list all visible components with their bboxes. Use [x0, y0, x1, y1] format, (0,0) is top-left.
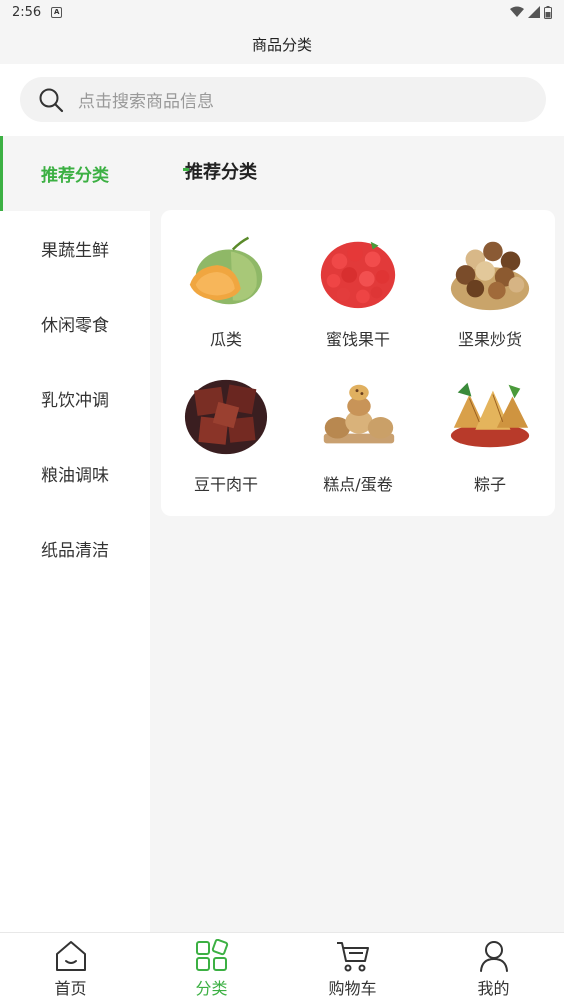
category-item-melon[interactable]: 瓜类 [161, 210, 291, 350]
section-title-accent [183, 168, 189, 171]
page-title: 商品分类 [251, 35, 312, 54]
category-label: 坚果炒货 [457, 330, 522, 349]
sidebar-item-label: 纸品清洁 [41, 541, 109, 561]
cart-icon [336, 942, 369, 972]
sidebar-item-paper-cleaning[interactable]: 纸品清洁 [0, 511, 150, 586]
tab-category[interactable]: 分类 [141, 933, 282, 1004]
tab-profile[interactable]: 我的 [423, 933, 564, 1004]
wifi-icon [510, 6, 524, 17]
pastry-icon [323, 384, 395, 444]
category-item-pastry[interactable]: 糕点/蛋卷 [293, 355, 423, 495]
search-icon [39, 88, 64, 112]
tab-cart[interactable]: 购物车 [282, 933, 423, 1004]
sidebar-item-recommended[interactable]: 推荐分类 [0, 136, 150, 211]
sidebar-item-label: 乳饮冲调 [41, 391, 109, 411]
category-label: 豆干肉干 [193, 475, 258, 494]
sidebar-item-grain-oil[interactable]: 粮油调味 [0, 436, 150, 511]
category-item-dried-fruit[interactable]: 蜜饯果干 [293, 210, 423, 350]
status-time: 2:56 [12, 4, 42, 20]
category-icon [195, 939, 228, 971]
profile-icon [479, 941, 508, 972]
category-item-zongzi[interactable]: 粽子 [425, 355, 555, 495]
notification-a-icon: A [51, 6, 63, 18]
sidebar-item-fresh[interactable]: 果蔬生鲜 [0, 211, 150, 286]
status-bar: 2:56 A [0, 0, 564, 24]
search-input[interactable]: 点击搜索商品信息 [20, 77, 546, 122]
sidebar-item-label: 休闲零食 [41, 316, 109, 336]
category-label: 蜜饯果干 [325, 330, 390, 349]
tab-label: 购物车 [328, 979, 377, 998]
search-placeholder: 点击搜索商品信息 [78, 92, 214, 112]
tab-label: 分类 [195, 979, 228, 998]
section-title: 推荐分类 [183, 162, 257, 183]
melon-icon [189, 236, 263, 305]
tab-label: 我的 [477, 979, 510, 998]
tab-home[interactable]: 首页 [0, 933, 141, 1004]
title-bar: 商品分类 [0, 24, 564, 64]
category-item-nuts[interactable]: 坚果炒货 [425, 210, 555, 350]
status-icons [510, 5, 552, 19]
category-label: 糕点/蛋卷 [323, 475, 393, 494]
jerky-icon [184, 379, 268, 455]
bottom-tab-bar: 首页 分类 购物车 我的 [0, 932, 564, 1004]
category-label: 瓜类 [209, 330, 242, 349]
home-icon [55, 941, 86, 971]
sidebar-item-label: 粮油调味 [41, 466, 109, 486]
category-label: 粽子 [473, 475, 506, 494]
category-grid: 瓜类 蜜饯果干 坚果炒货 豆干肉干 糕点/蛋卷 粽子 [161, 210, 555, 516]
category-item-jerky[interactable]: 豆干肉干 [161, 355, 291, 495]
category-sidebar: 推荐分类 果蔬生鲜 休闲零食 乳饮冲调 粮油调味 纸品清洁 [0, 136, 150, 932]
zongzi-icon [450, 382, 530, 448]
sidebar-item-drinks[interactable]: 乳饮冲调 [0, 361, 150, 436]
dried-strawberry-icon [320, 241, 396, 309]
nuts-icon [450, 241, 530, 311]
tab-label: 首页 [54, 979, 87, 998]
signal-icon [528, 6, 540, 18]
sidebar-item-label: 推荐分类 [41, 166, 109, 186]
battery-icon [544, 5, 552, 19]
sidebar-item-snacks[interactable]: 休闲零食 [0, 286, 150, 361]
sidebar-item-label: 果蔬生鲜 [41, 241, 109, 261]
search-area: 点击搜索商品信息 [0, 64, 564, 136]
